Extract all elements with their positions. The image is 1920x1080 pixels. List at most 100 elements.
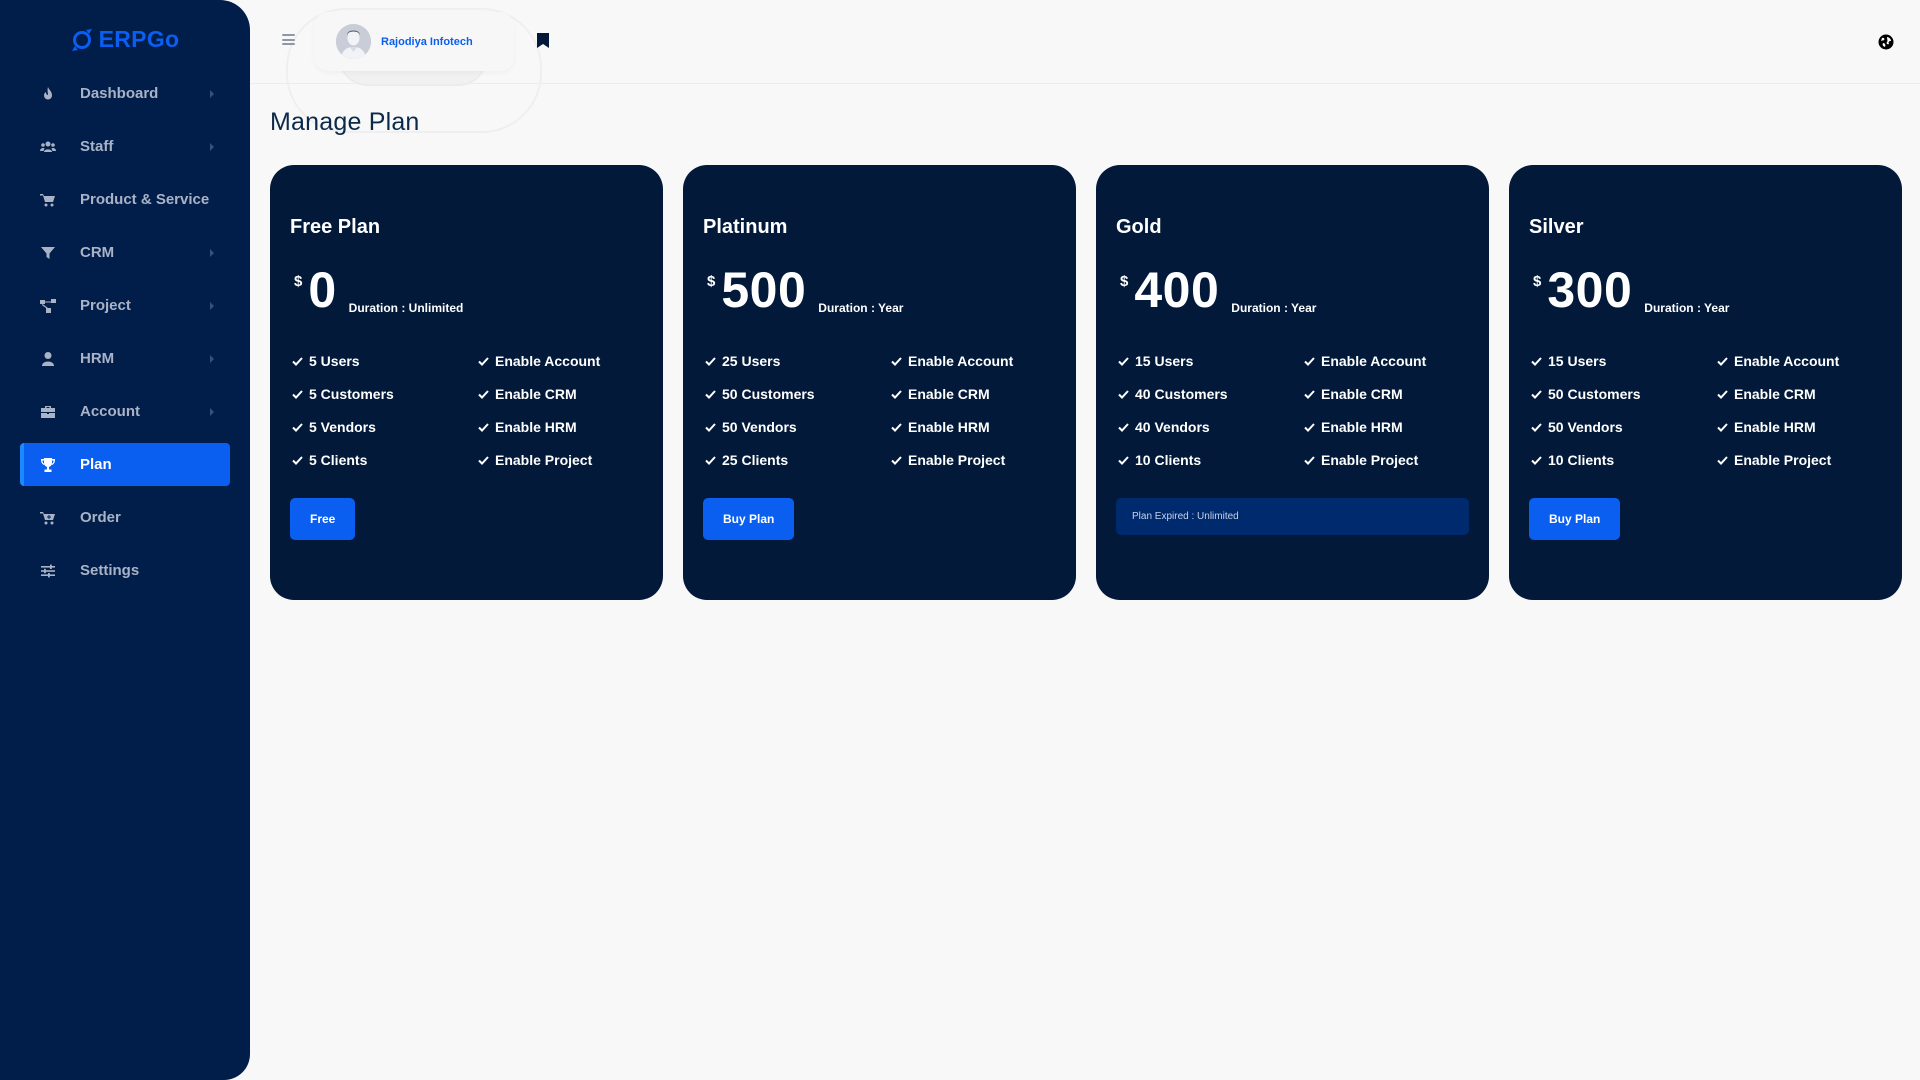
price-value: 500 [721,262,807,318]
currency-symbol: $ [1533,273,1542,290]
check-icon [891,356,902,366]
plan-duration: Duration : Year [1231,301,1317,315]
feature-item: Enable Project [891,451,1065,469]
sidebar-item-label: Order [80,509,121,526]
check-icon [1304,389,1315,399]
feature-item: 40 Customers [1118,385,1304,403]
plan-cards: Free Plan $ 0 Duration : Unlimited 5 Use… [270,165,1902,600]
sidebar-item-label: Project [80,297,131,314]
sidebar-item-settings[interactable]: Settings [20,549,230,592]
user-name: Rajodiya Infotech [381,35,473,48]
globe-icon[interactable] [1878,34,1894,50]
feature-item: Enable Account [1304,352,1478,370]
sidebar-item-account[interactable]: Account [20,390,230,433]
feature-label: Enable Project [908,452,1006,468]
feature-item: Enable Project [1304,451,1478,469]
feature-label: 10 Clients [1135,452,1202,468]
cart-plus-icon [39,509,57,527]
trophy-icon [39,456,57,474]
check-icon [891,422,902,432]
price-value: 400 [1134,262,1220,318]
feature-item: Enable HRM [1717,418,1891,436]
plan-name: Free Plan [290,216,381,238]
user-profile-dropdown[interactable]: Rajodiya Infotech [314,12,514,71]
sidebar-item-label: Plan [80,456,112,473]
sidebar-item-project[interactable]: Project [20,284,230,327]
feature-item: 15 Users [1531,352,1717,370]
buy-plan-button[interactable]: Buy Plan [703,498,795,540]
briefcase-icon [39,403,57,421]
caret-right-icon [210,407,214,416]
check-icon [478,422,489,432]
caret-right-icon [210,89,214,98]
feature-item: Enable HRM [478,418,652,436]
sidebar-item-staff[interactable]: Staff [20,125,230,168]
plan-duration: Duration : Year [818,301,904,315]
sliders-icon [39,562,57,580]
check-icon [1717,389,1728,399]
feature-item: 5 Customers [292,385,478,403]
check-icon [1118,389,1129,399]
plan-price: $ 400 Duration : Year [1120,265,1316,315]
check-icon [891,389,902,399]
check-icon [1717,422,1728,432]
feature-label: 25 Users [722,353,781,369]
sidebar-item-dashboard[interactable]: Dashboard [20,72,230,115]
plan-name: Gold [1116,216,1162,238]
check-icon [478,389,489,399]
caret-right-icon [210,248,214,257]
buy-plan-button[interactable]: Buy Plan [1529,498,1621,540]
menu-icon[interactable] [282,34,295,45]
sidebar-item-label: Settings [80,562,140,579]
feature-list: 15 Users Enable Account 40 Customers Ena… [1118,352,1478,469]
feature-item: Enable Account [478,352,652,370]
sidebar-item-product-service[interactable]: Product & Service [20,178,230,221]
plan-price: $ 0 Duration : Unlimited [294,265,463,315]
sidebar-item-label: Product & Service [80,191,210,208]
check-icon [478,455,489,465]
check-icon [1304,356,1315,366]
feature-label: 15 Users [1135,353,1194,369]
feature-label: 25 Clients [722,452,789,468]
plan-name: Silver [1529,216,1584,238]
user-icon [39,350,57,368]
check-icon [1531,389,1542,399]
feature-label: 15 Users [1548,353,1607,369]
bookmark-icon[interactable] [537,33,549,53]
feature-item: Enable HRM [891,418,1065,436]
feature-item: Enable CRM [1304,385,1478,403]
sidebar-item-plan[interactable]: Plan [20,443,230,486]
sidebar-item-order[interactable]: Order [20,496,230,539]
feature-label: 50 Vendors [1548,419,1623,435]
feature-item: 5 Vendors [292,418,478,436]
feature-item: 50 Customers [705,385,891,403]
plan-card-free: Free Plan $ 0 Duration : Unlimited 5 Use… [270,165,663,600]
plan-price: $ 300 Duration : Year [1533,265,1729,315]
sidebar-item-hrm[interactable]: HRM [20,337,230,380]
feature-item: 50 Customers [1531,385,1717,403]
check-icon [1118,356,1129,366]
feature-label: Enable HRM [495,419,577,435]
feature-label: Enable CRM [495,386,577,402]
currency-symbol: $ [1120,273,1129,290]
currency-symbol: $ [707,273,716,290]
logo[interactable]: ERPGo [0,26,250,53]
feature-label: 50 Customers [1548,386,1641,402]
feature-item: Enable HRM [1304,418,1478,436]
feature-label: Enable HRM [908,419,990,435]
free-plan-button[interactable]: Free [290,498,356,540]
check-icon [478,356,489,366]
sidebar-item-crm[interactable]: CRM [20,231,230,274]
feature-item: 25 Users [705,352,891,370]
caret-right-icon [210,301,214,310]
check-icon [292,356,303,366]
feature-label: Enable CRM [908,386,990,402]
currency-symbol: $ [294,273,303,290]
logo-text: ERPGo [98,26,180,52]
feature-label: 10 Clients [1548,452,1615,468]
check-icon [292,455,303,465]
project-diagram-icon [39,297,57,315]
check-icon [1118,455,1129,465]
check-icon [1717,356,1728,366]
feature-item: Enable Account [1717,352,1891,370]
